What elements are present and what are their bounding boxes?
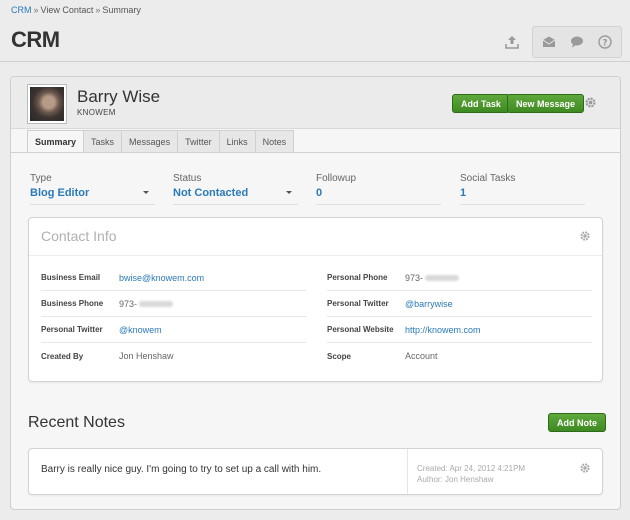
inbox-icon[interactable] bbox=[535, 29, 563, 55]
info-label: Personal Twitter bbox=[327, 299, 389, 308]
caret-down-icon bbox=[286, 191, 292, 194]
chat-icon[interactable] bbox=[563, 29, 591, 55]
info-row: Business Phone 973- bbox=[41, 291, 306, 317]
gear-icon[interactable] bbox=[579, 462, 591, 477]
tab-tasks[interactable]: Tasks bbox=[84, 130, 123, 153]
top-icon-group: ? bbox=[532, 26, 622, 58]
personal-phone-value: 973- bbox=[405, 273, 460, 283]
contact-info-panel: Contact Info Business Email bwise@knowem… bbox=[28, 217, 603, 382]
type-value: Blog Editor bbox=[30, 187, 90, 199]
info-label: Personal Twitter bbox=[41, 325, 103, 334]
breadcrumb-separator: » bbox=[33, 5, 39, 15]
header-divider bbox=[0, 61, 630, 62]
info-row: Personal Website http://knowem.com bbox=[327, 317, 592, 343]
breadcrumb-summary: Summary bbox=[102, 5, 141, 15]
business-phone-value: 973- bbox=[119, 299, 174, 309]
status-value: Not Contacted bbox=[173, 187, 249, 199]
gear-icon[interactable] bbox=[579, 230, 591, 245]
tab-bar: Summary Tasks Messages Twitter Links Not… bbox=[27, 130, 295, 153]
tab-notes[interactable]: Notes bbox=[255, 130, 295, 153]
info-label: Personal Phone bbox=[327, 273, 388, 282]
tab-links[interactable]: Links bbox=[219, 130, 256, 153]
personal-website-link[interactable]: http://knowem.com bbox=[405, 325, 481, 335]
tabs-divider bbox=[11, 152, 620, 153]
followup-label: Followup bbox=[316, 173, 357, 184]
info-row: Business Email bwise@knowem.com bbox=[41, 265, 306, 291]
type-label: Type bbox=[30, 173, 52, 184]
created-by-value: Jon Henshaw bbox=[119, 351, 174, 361]
add-task-button[interactable]: Add Task bbox=[452, 94, 510, 113]
social-tasks-value[interactable]: 1 bbox=[460, 187, 585, 205]
scope-value: Account bbox=[405, 351, 438, 361]
contact-header: Barry Wise KNOWEM Add Task New Message bbox=[11, 77, 620, 129]
breadcrumb-crm-link[interactable]: CRM bbox=[11, 5, 32, 15]
gear-icon[interactable] bbox=[584, 96, 597, 112]
svg-text:?: ? bbox=[602, 39, 607, 49]
info-label: Personal Website bbox=[327, 325, 394, 334]
caret-down-icon bbox=[143, 191, 149, 194]
contact-info-title: Contact Info bbox=[41, 228, 117, 244]
info-label: Business Email bbox=[41, 273, 101, 282]
info-row: Created By Jon Henshaw bbox=[41, 343, 306, 369]
type-field: Type Blog Editor bbox=[30, 173, 155, 205]
type-dropdown[interactable]: Blog Editor bbox=[30, 187, 155, 205]
info-row: Personal Twitter @barrywise bbox=[327, 291, 592, 317]
note-divider bbox=[407, 449, 408, 494]
info-divider bbox=[29, 255, 602, 256]
tab-twitter[interactable]: Twitter bbox=[178, 130, 220, 153]
social-tasks-label: Social Tasks bbox=[460, 173, 516, 184]
top-toolbar: ? bbox=[498, 26, 622, 58]
followup-value[interactable]: 0 bbox=[316, 187, 441, 205]
followup-field: Followup 0 bbox=[316, 173, 441, 205]
business-twitter-link[interactable]: @knowem bbox=[119, 325, 162, 335]
note-meta: Created: Apr 24, 2012 4:21PM Author: Jon… bbox=[417, 463, 525, 485]
tab-messages[interactable]: Messages bbox=[122, 130, 179, 153]
breadcrumb: CRM» View Contact» Summary bbox=[11, 5, 141, 15]
export-icon[interactable] bbox=[498, 29, 526, 55]
personal-twitter-link[interactable]: @barrywise bbox=[405, 299, 453, 309]
contact-name: Barry Wise bbox=[77, 87, 161, 106]
breadcrumb-separator: » bbox=[95, 5, 101, 15]
breadcrumb-view-contact: View Contact bbox=[40, 5, 94, 15]
contact-card: Barry Wise KNOWEM Add Task New Message S… bbox=[10, 76, 621, 510]
info-label: Created By bbox=[41, 351, 84, 361]
info-row: Personal Phone 973- bbox=[327, 265, 592, 291]
note-created: Created: Apr 24, 2012 4:21PM bbox=[417, 464, 526, 473]
note-text: Barry is really nice guy. I'm going to t… bbox=[41, 464, 322, 475]
help-icon[interactable]: ? bbox=[591, 29, 619, 55]
social-tasks-field: Social Tasks 1 bbox=[460, 173, 585, 205]
business-email-link[interactable]: bwise@knowem.com bbox=[119, 273, 204, 283]
info-row: Personal Twitter @knowem bbox=[41, 317, 306, 343]
info-label: Business Phone bbox=[41, 299, 104, 308]
contact-company: KNOWEM bbox=[77, 108, 116, 117]
recent-notes-title: Recent Notes bbox=[28, 414, 125, 431]
status-field: Status Not Contacted bbox=[173, 173, 298, 205]
new-message-button[interactable]: New Message bbox=[507, 94, 585, 113]
status-dropdown[interactable]: Not Contacted bbox=[173, 187, 298, 205]
page-title: CRM bbox=[11, 27, 60, 52]
status-label: Status bbox=[173, 173, 202, 184]
info-label: Scope bbox=[327, 351, 352, 361]
avatar bbox=[27, 84, 67, 124]
note-author: Author: Jon Henshaw bbox=[417, 475, 494, 484]
add-note-button[interactable]: Add Note bbox=[548, 413, 606, 432]
note-item: Barry is really nice guy. I'm going to t… bbox=[28, 448, 603, 495]
info-row: Scope Account bbox=[327, 343, 592, 369]
tab-summary[interactable]: Summary bbox=[27, 130, 85, 153]
